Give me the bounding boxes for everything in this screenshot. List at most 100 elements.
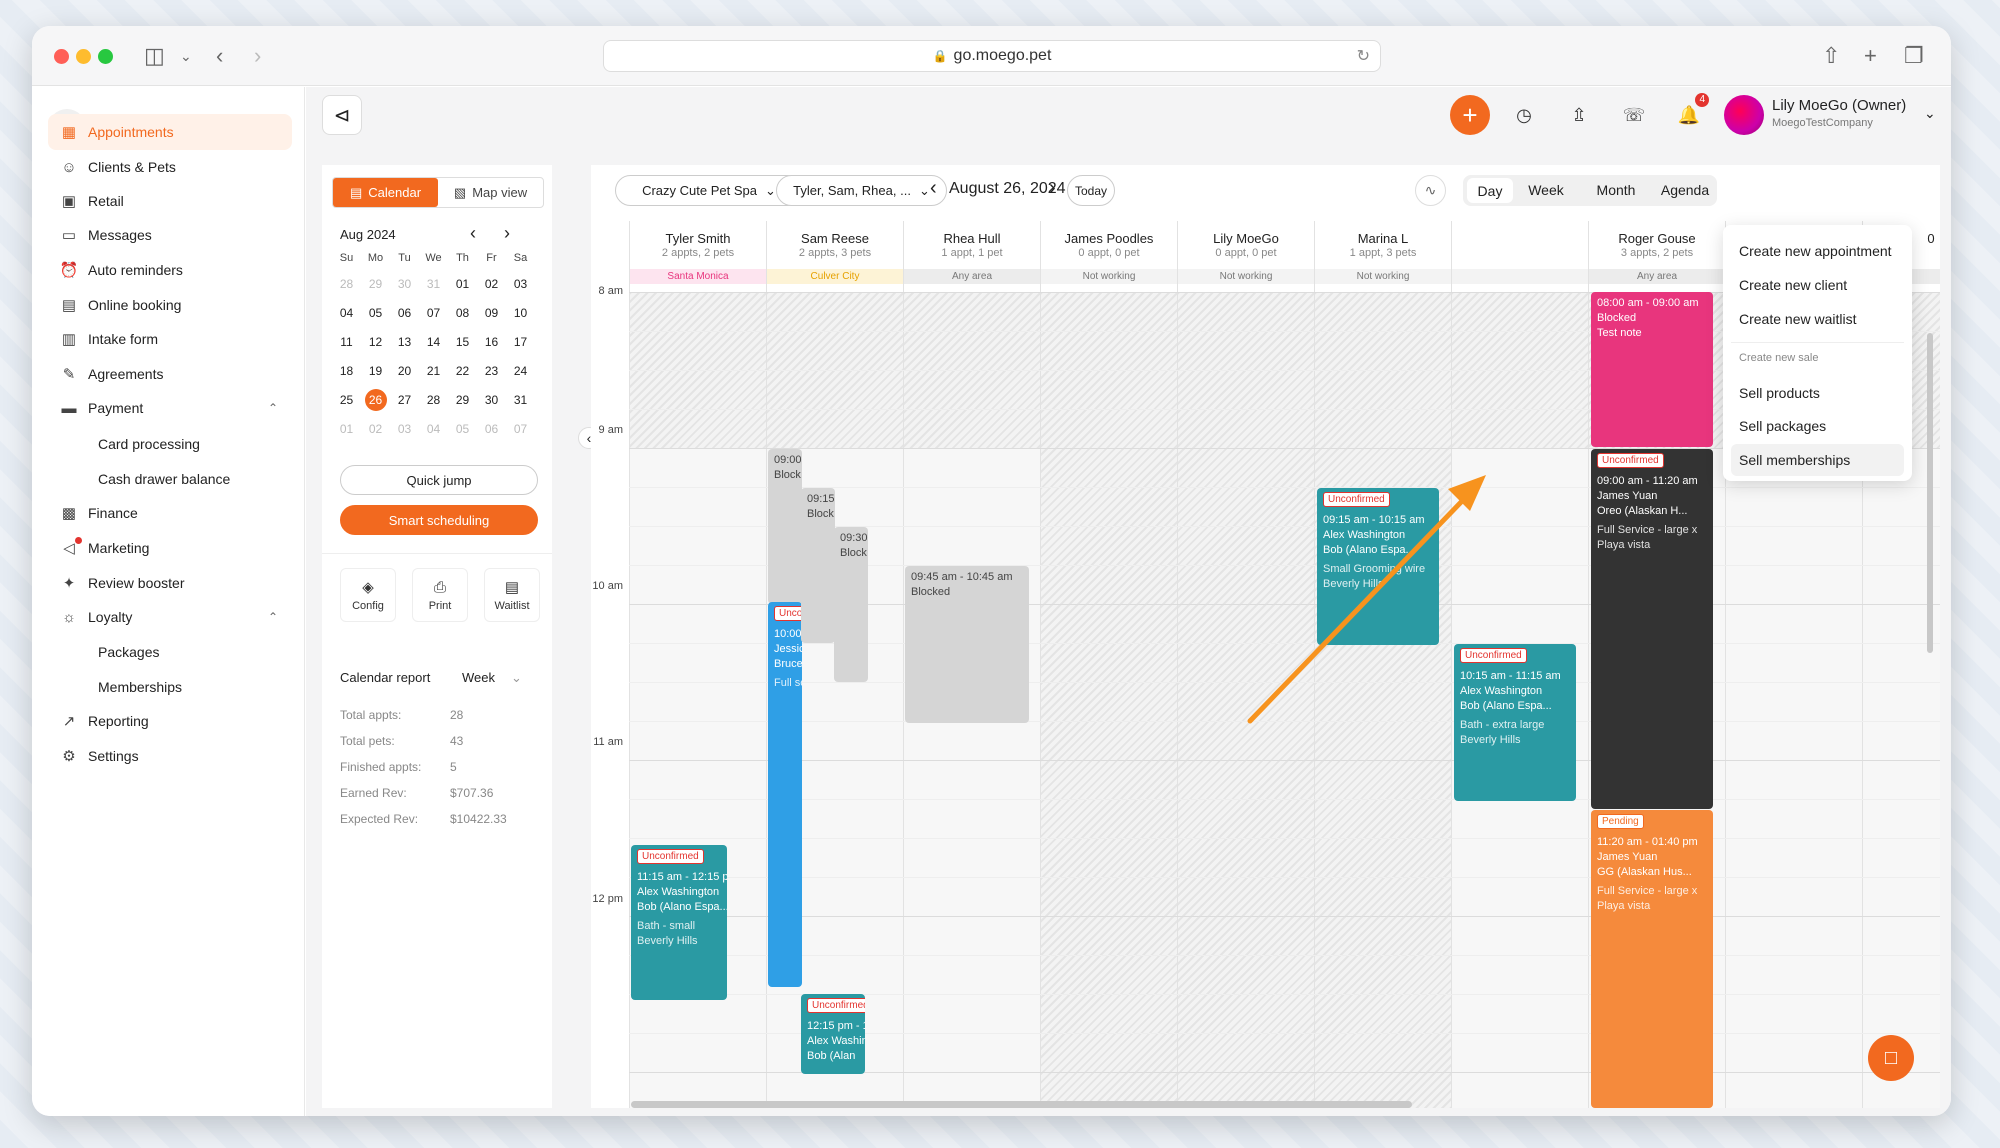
- day-cell[interactable]: 06: [477, 414, 506, 443]
- sidebar-item-auto-reminders[interactable]: ⏰ Auto reminders: [48, 252, 292, 288]
- appointment-card[interactable]: 09:30 Block: [834, 527, 868, 682]
- day-cell[interactable]: 15: [448, 327, 477, 356]
- sidebar-toggle-icon[interactable]: ◫: [144, 44, 165, 68]
- app-logo[interactable]: ⊲: [322, 95, 362, 135]
- day-cell[interactable]: 18: [332, 356, 361, 385]
- day-cell[interactable]: 16: [477, 327, 506, 356]
- vertical-scrollbar[interactable]: [1927, 333, 1933, 653]
- staff-column[interactable]: [1314, 292, 1451, 1108]
- day-cell[interactable]: 27: [390, 385, 419, 414]
- day-cell[interactable]: 14: [419, 327, 448, 356]
- staff-column-header[interactable]: Tyler Smith 2 appts, 2 pets Santa Monica: [629, 221, 766, 292]
- today-button[interactable]: Today: [1067, 175, 1115, 206]
- chevron-up-icon[interactable]: ⌃: [268, 401, 278, 415]
- tab-agenda[interactable]: Agenda: [1655, 175, 1715, 205]
- day-cell[interactable]: 19: [361, 356, 390, 385]
- sidebar-item-cash-drawer-balance[interactable]: Cash drawer balance: [48, 461, 292, 497]
- sidebar-item-finance[interactable]: ▩ Finance: [48, 495, 292, 531]
- back-icon[interactable]: ‹: [216, 44, 223, 68]
- day-cell[interactable]: 25: [332, 385, 361, 414]
- day-cell[interactable]: 04: [332, 298, 361, 327]
- day-cell[interactable]: 04: [419, 414, 448, 443]
- sidebar-item-packages[interactable]: Packages: [48, 634, 292, 670]
- day-cell[interactable]: 28: [332, 269, 361, 298]
- address-bar[interactable]: 🔒 go.moego.pet ↻: [603, 40, 1381, 72]
- day-cell[interactable]: 29: [448, 385, 477, 414]
- tab-day[interactable]: Day: [1467, 178, 1513, 203]
- menu-item-create-new-client[interactable]: Create new client: [1731, 269, 1904, 301]
- sidebar-item-messages[interactable]: ▭ Messages: [48, 217, 292, 253]
- day-cell[interactable]: 05: [448, 414, 477, 443]
- next-month-icon[interactable]: ›: [504, 223, 510, 244]
- day-cell[interactable]: 21: [419, 356, 448, 385]
- map-view-button[interactable]: ▧ Map view: [438, 178, 543, 207]
- sidebar-item-loyalty[interactable]: ☼ Loyalty ⌃: [48, 599, 292, 635]
- sidebar-item-card-processing[interactable]: Card processing: [48, 426, 292, 462]
- route-icon[interactable]: ∿: [1415, 175, 1446, 206]
- minimize-window-button[interactable]: [76, 49, 91, 64]
- staff-column-header[interactable]: Roger Gouse 3 appts, 2 pets Any area: [1588, 221, 1725, 292]
- report-period-select[interactable]: Week ⌄: [462, 670, 532, 686]
- day-cell[interactable]: 30: [390, 269, 419, 298]
- day-cell[interactable]: 06: [390, 298, 419, 327]
- sidebar-item-clients-pets[interactable]: ☺ Clients & Pets: [48, 149, 292, 185]
- day-cell[interactable]: 17: [506, 327, 535, 356]
- menu-item-create-new-waitlist[interactable]: Create new waitlist: [1731, 303, 1904, 335]
- day-cell[interactable]: 01: [332, 414, 361, 443]
- bell-icon[interactable]: 🔔 4: [1669, 93, 1709, 135]
- day-cell[interactable]: 07: [419, 298, 448, 327]
- day-cell[interactable]: 05: [361, 298, 390, 327]
- menu-item-create-new-appointment[interactable]: Create new appointment: [1731, 235, 1904, 267]
- chevron-down-icon[interactable]: ⌄: [180, 44, 192, 68]
- staff-column-header[interactable]: [1451, 221, 1588, 292]
- avatar[interactable]: [1724, 95, 1764, 135]
- appointment-card[interactable]: 09:00 Block: [768, 449, 802, 604]
- tab-month[interactable]: Month: [1581, 175, 1651, 205]
- menu-item-sell-products[interactable]: Sell products: [1731, 377, 1904, 409]
- upload-icon[interactable]: ⇫: [1559, 95, 1599, 135]
- day-cell[interactable]: 02: [477, 269, 506, 298]
- sidebar-item-online-booking[interactable]: ▤ Online booking: [48, 287, 292, 323]
- sidebar-item-marketing[interactable]: ◁ Marketing: [48, 530, 292, 566]
- headset-icon[interactable]: ☏: [1614, 95, 1654, 135]
- day-cell[interactable]: 29: [361, 269, 390, 298]
- quick-jump-button[interactable]: Quick jump: [340, 465, 538, 495]
- day-cell[interactable]: 26: [361, 385, 390, 414]
- sidebar-item-intake-form[interactable]: ▥ Intake form: [48, 321, 292, 357]
- prev-day-icon[interactable]: ‹: [930, 177, 937, 200]
- sidebar-item-retail[interactable]: ▣ Retail: [48, 183, 292, 219]
- appointment-card[interactable]: Unconfirmed 10:15 am - 11:15 am Alex Washi…: [1454, 644, 1576, 801]
- staff-column-header[interactable]: Sam Reese 2 appts, 3 pets Culver City: [766, 221, 903, 292]
- day-cell[interactable]: 30: [477, 385, 506, 414]
- menu-item-sell-packages[interactable]: Sell packages: [1731, 410, 1904, 442]
- staff-column-header[interactable]: Rhea Hull 1 appt, 1 pet Any area: [903, 221, 1040, 292]
- create-new-button[interactable]: +: [1450, 95, 1490, 135]
- appointment-card[interactable]: 08:00 am - 09:00 am Blocked Test note: [1591, 292, 1713, 447]
- sidebar-item-agreements[interactable]: ✎ Agreements: [48, 356, 292, 392]
- staff-column[interactable]: [1177, 292, 1314, 1108]
- staff-column-header[interactable]: Marina L1 appt, 3 pets Not working: [1314, 221, 1451, 292]
- config-button[interactable]: ◈ Config: [340, 568, 396, 622]
- menu-item-sell-memberships[interactable]: Sell memberships: [1731, 444, 1904, 476]
- appointment-card[interactable]: Pending 11:20 am - 01:40 pm James Yuan GG (…: [1591, 810, 1713, 1108]
- day-cell[interactable]: 01: [448, 269, 477, 298]
- day-cell[interactable]: 24: [506, 356, 535, 385]
- appointment-card[interactable]: 09:15 Block: [801, 488, 835, 643]
- calendar-view-button[interactable]: ▤ Calendar: [333, 178, 438, 207]
- tab-week[interactable]: Week: [1515, 175, 1577, 205]
- chat-support-button[interactable]: □: [1868, 1035, 1914, 1081]
- appointment-card[interactable]: Unconfirmed 11:15 am - 12:15 pm Alex Washi…: [631, 845, 727, 1000]
- staff-select[interactable]: Tyler, Sam, Rhea, ... ⌄: [776, 175, 947, 206]
- day-cell[interactable]: 10: [506, 298, 535, 327]
- day-cell[interactable]: 28: [419, 385, 448, 414]
- day-cell[interactable]: 12: [361, 327, 390, 356]
- day-cell[interactable]: 08: [448, 298, 477, 327]
- chevron-down-icon[interactable]: ⌄: [1924, 105, 1936, 122]
- sidebar-item-appointments[interactable]: ▦ Appointments: [48, 114, 292, 150]
- horizontal-scrollbar[interactable]: [631, 1101, 1412, 1108]
- appointment-card[interactable]: Unconfirmed 09:00 am - 11:20 am James Yuan…: [1591, 449, 1713, 809]
- sidebar-item-settings[interactable]: ⚙ Settings: [48, 738, 292, 774]
- smart-scheduling-button[interactable]: Smart scheduling: [340, 505, 538, 535]
- staff-column-header[interactable]: Lily MoeGo 0 appt, 0 pet Not working: [1177, 221, 1314, 292]
- chevron-up-icon[interactable]: ⌃: [268, 610, 278, 624]
